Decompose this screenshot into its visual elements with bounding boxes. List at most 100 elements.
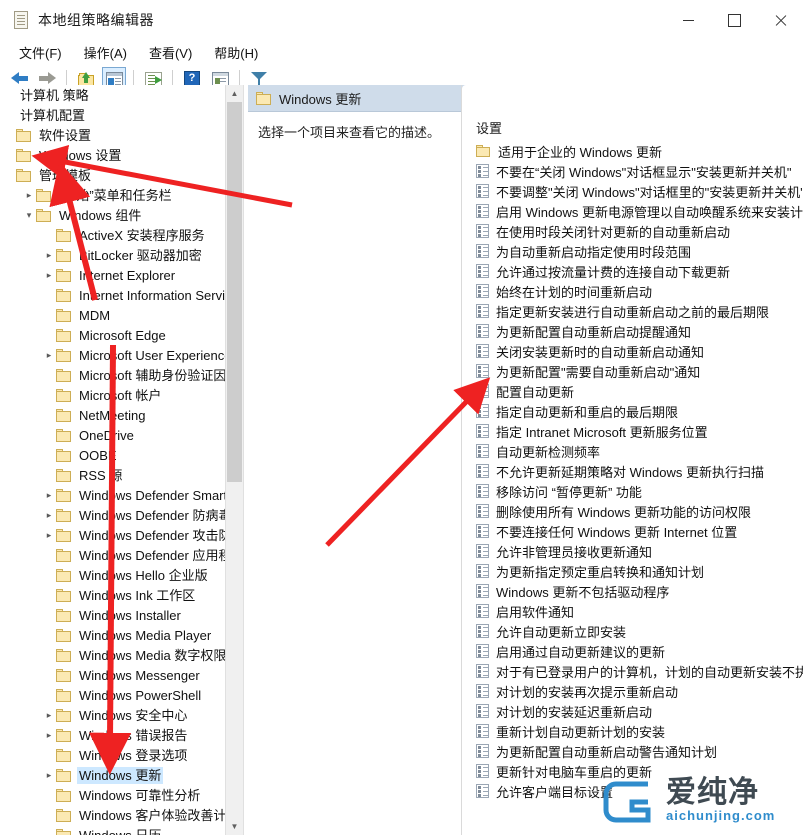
tree-item[interactable]: ▸ BitLocker 驱动器加密 bbox=[0, 245, 225, 265]
chevron-toggle-icon[interactable]: ▸ bbox=[42, 525, 56, 545]
menu-action[interactable]: 操作(A) bbox=[73, 41, 138, 64]
settings-list-item[interactable]: 允许自动更新立即安装 bbox=[462, 621, 803, 641]
tree-item[interactable]: 管理模板 bbox=[0, 165, 225, 185]
tree-item[interactable]: NetMeeting bbox=[0, 405, 225, 425]
tree-item[interactable]: Windows Ink 工作区 bbox=[0, 585, 225, 605]
scroll-down-button[interactable]: ▼ bbox=[226, 818, 243, 835]
settings-list-item[interactable]: 为更新配置"需要自动重新启动"通知 bbox=[462, 361, 803, 381]
settings-list-item[interactable]: 对计划的安装延迟重新启动 bbox=[462, 701, 803, 721]
settings-list-item[interactable]: 不要连接任何 Windows 更新 Internet 位置 bbox=[462, 521, 803, 541]
settings-list-item[interactable]: 始终在计划的时间重新启动 bbox=[462, 281, 803, 301]
console-tree[interactable]: 计算机 策略 计算机配置 软件设置 Windows 设置 管理模板 ▸ “开始”菜单和任务栏… bbox=[0, 85, 225, 835]
tree-item[interactable]: ▸ Internet Explorer bbox=[0, 265, 225, 285]
tree-item[interactable]: ▸ Windows Defender SmartScre bbox=[0, 485, 225, 505]
settings-list-item[interactable]: 为更新配置自动重新启动警告通知计划 bbox=[462, 741, 803, 761]
settings-list-item[interactable]: 关闭安装更新时的自动重新启动通知 bbox=[462, 341, 803, 361]
settings-list[interactable]: 适用于企业的 Windows 更新 不要在“关闭 Windows"对话框显示"安装… bbox=[462, 141, 803, 801]
tree-scrollbar[interactable]: ▲ ▼ bbox=[225, 85, 244, 835]
menu-view[interactable]: 查看(V) bbox=[138, 41, 203, 64]
settings-list-item[interactable]: 启用软件通知 bbox=[462, 601, 803, 621]
chevron-toggle-icon[interactable]: ▸ bbox=[42, 705, 56, 725]
chevron-toggle-icon[interactable]: ▸ bbox=[22, 185, 36, 205]
tree-item[interactable]: Microsoft 辅助身份验证因素 bbox=[0, 365, 225, 385]
settings-list-item[interactable]: Windows 更新不包括驱动程序 bbox=[462, 581, 803, 601]
tree-item[interactable]: 计算机配置 bbox=[0, 105, 225, 125]
settings-list-item[interactable]: 在使用时段关闭针对更新的自动重新启动 bbox=[462, 221, 803, 241]
chevron-toggle-icon[interactable]: ▸ bbox=[42, 245, 56, 265]
menu-file[interactable]: 文件(F) bbox=[8, 41, 73, 64]
tree-item[interactable]: Windows 设置 bbox=[0, 145, 225, 165]
settings-list-item[interactable]: 配置自动更新 bbox=[462, 381, 803, 401]
tree-item[interactable]: ▸ Microsoft User Experience Vir bbox=[0, 345, 225, 365]
settings-list-item[interactable]: 对计划的安装再次提示重新启动 bbox=[462, 681, 803, 701]
tree-item[interactable]: MDM bbox=[0, 305, 225, 325]
tree-item[interactable]: ▸ Windows 更新 bbox=[0, 765, 225, 785]
menu-help[interactable]: 帮助(H) bbox=[203, 41, 269, 64]
tree-item[interactable]: Windows 客户体验改善计划 bbox=[0, 805, 225, 825]
tree-item[interactable]: 软件设置 bbox=[0, 125, 225, 145]
tree-item[interactable]: ▸ “开始”菜单和任务栏 bbox=[0, 185, 225, 205]
tree-item[interactable]: RSS 源 bbox=[0, 465, 225, 485]
tree-item[interactable]: Windows Messenger bbox=[0, 665, 225, 685]
tree-item[interactable]: OOBE bbox=[0, 445, 225, 465]
chevron-toggle-icon[interactable]: ▾ bbox=[22, 205, 36, 225]
tree-item[interactable]: Windows 日历 bbox=[0, 825, 225, 835]
settings-list-item[interactable]: 对于有已登录用户的计算机，计划的自动更新安装不执行重 bbox=[462, 661, 803, 681]
tree-item[interactable]: ▸ Windows Defender 攻击防护 bbox=[0, 525, 225, 545]
tree-item[interactable]: Windows Media Player bbox=[0, 625, 225, 645]
settings-list-item[interactable]: 为自动重新启动指定使用时段范围 bbox=[462, 241, 803, 261]
tree-item[interactable]: Windows 登录选项 bbox=[0, 745, 225, 765]
tab-extended-standard[interactable] bbox=[462, 85, 803, 111]
close-button[interactable] bbox=[757, 0, 803, 40]
settings-list-item[interactable]: 不允许更新延期策略对 Windows 更新执行扫描 bbox=[462, 461, 803, 481]
settings-list-item[interactable]: 启用 Windows 更新电源管理以自动唤醒系统来安装计划的 bbox=[462, 201, 803, 221]
settings-list-item[interactable]: 指定 Intranet Microsoft 更新服务位置 bbox=[462, 421, 803, 441]
settings-list-item[interactable]: 不要调整"关闭 Windows"对话框里的"安装更新并关机"的默 bbox=[462, 181, 803, 201]
scroll-thumb[interactable] bbox=[227, 102, 242, 482]
chevron-toggle-icon[interactable]: ▸ bbox=[42, 265, 56, 285]
tree-item[interactable]: Microsoft Edge bbox=[0, 325, 225, 345]
chevron-toggle-icon[interactable]: ▸ bbox=[42, 485, 56, 505]
tree-item[interactable]: Internet Information Services bbox=[0, 285, 225, 305]
tree-item[interactable]: ▸ Windows Defender 防病毒程序 bbox=[0, 505, 225, 525]
settings-list-item[interactable]: 启用通过自动更新建议的更新 bbox=[462, 641, 803, 661]
scroll-up-button[interactable]: ▲ bbox=[226, 85, 243, 102]
settings-list-item[interactable]: 移除访问 “暂停更新” 功能 bbox=[462, 481, 803, 501]
settings-list-item[interactable]: 允许通过按流量计费的连接自动下载更新 bbox=[462, 261, 803, 281]
tree-item[interactable]: Windows 可靠性分析 bbox=[0, 785, 225, 805]
tree-item[interactable]: ▾ Windows 组件 bbox=[0, 205, 225, 225]
tree-item[interactable]: Microsoft 帐户 bbox=[0, 385, 225, 405]
chevron-toggle-icon[interactable]: ▸ bbox=[42, 505, 56, 525]
settings-list-item[interactable]: 为更新配置自动重新启动提醒通知 bbox=[462, 321, 803, 341]
chevron-toggle-icon[interactable]: ▸ bbox=[42, 345, 56, 365]
tree-item[interactable]: ▸ Windows 错误报告 bbox=[0, 725, 225, 745]
tree-item[interactable]: Windows Hello 企业版 bbox=[0, 565, 225, 585]
tree-item[interactable]: Windows Media 数字权限管理 bbox=[0, 645, 225, 665]
tree-item[interactable]: ActiveX 安装程序服务 bbox=[0, 225, 225, 245]
folder-icon bbox=[56, 648, 72, 662]
tree-item[interactable]: 计算机 策略 bbox=[0, 85, 225, 105]
tree-item[interactable]: ▸ Windows 安全中心 bbox=[0, 705, 225, 725]
maximize-button[interactable] bbox=[711, 0, 757, 40]
tree-item[interactable]: Windows Defender 应用程序院 bbox=[0, 545, 225, 565]
tree-item[interactable]: OneDrive bbox=[0, 425, 225, 445]
settings-list-item[interactable]: 重新计划自动更新计划的安装 bbox=[462, 721, 803, 741]
chevron-toggle-icon[interactable]: ▸ bbox=[42, 725, 56, 745]
settings-list-item[interactable]: 自动更新检测频率 bbox=[462, 441, 803, 461]
settings-list-item[interactable]: 适用于企业的 Windows 更新 bbox=[462, 141, 803, 161]
chevron-toggle-icon[interactable]: ▸ bbox=[42, 765, 56, 785]
policy-icon bbox=[476, 724, 489, 738]
settings-column-header[interactable]: 设置 bbox=[462, 111, 803, 141]
settings-list-item[interactable]: 允许客户端目标设置 bbox=[462, 781, 803, 801]
settings-list-item[interactable]: 更新针对电脑车重启的更新 bbox=[462, 761, 803, 781]
settings-list-item[interactable]: 为更新指定预定重启转换和通知计划 bbox=[462, 561, 803, 581]
settings-list-item[interactable]: 允许非管理员接收更新通知 bbox=[462, 541, 803, 561]
minimize-button[interactable] bbox=[665, 0, 711, 40]
tree-item[interactable]: Windows Installer bbox=[0, 605, 225, 625]
settings-list-item[interactable]: 指定自动更新和重启的最后期限 bbox=[462, 401, 803, 421]
settings-list-item[interactable]: 删除使用所有 Windows 更新功能的访问权限 bbox=[462, 501, 803, 521]
tree-item[interactable]: Windows PowerShell bbox=[0, 685, 225, 705]
settings-list-item[interactable]: 指定更新安装进行自动重新启动之前的最后期限 bbox=[462, 301, 803, 321]
settings-list-item[interactable]: 不要在“关闭 Windows"对话框显示"安装更新并关机" bbox=[462, 161, 803, 181]
